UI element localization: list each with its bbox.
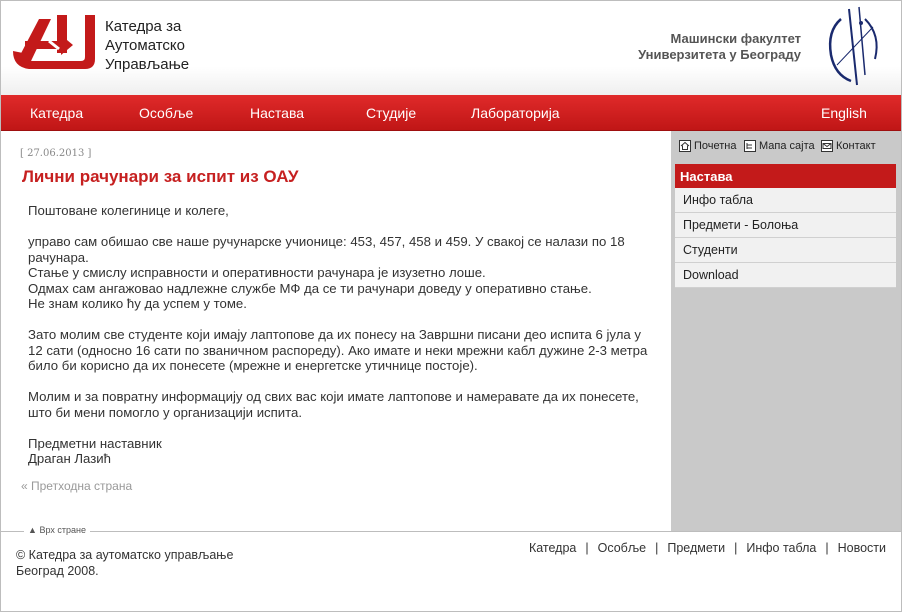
nav-item-nastava[interactable]: Настава — [250, 105, 304, 121]
section-menu-item-studenti[interactable]: Студенти — [675, 238, 896, 263]
language-switch-english[interactable]: English — [821, 105, 867, 121]
nav-item-laboratorija[interactable]: Лабораторија — [471, 105, 560, 121]
footer-separator: | — [825, 541, 829, 555]
copyright-line2: Београд 2008. — [16, 564, 99, 578]
footer-separator: | — [585, 541, 589, 555]
section-menu-item-download[interactable]: Download — [675, 263, 896, 288]
article-paragraph-greeting: Поштоване колегинице и колеге, — [28, 203, 229, 218]
article-area: [ 27.06.2013 ] Лични рачунари за испит и… — [1, 131, 671, 531]
site-header: Катедра за Аутоматско Управљање Машински… — [1, 1, 901, 95]
nav-item-osoblje[interactable]: Особље — [139, 105, 193, 121]
footer-separator: | — [734, 541, 738, 555]
nav-item-studije[interactable]: Студије — [366, 105, 416, 121]
faculty-name-line2: Универзитета у Београду — [638, 47, 801, 62]
footer-link-osoblje[interactable]: Особље — [598, 541, 647, 555]
faculty-name: Машински факултет Универзитета у Београд… — [638, 31, 801, 63]
back-to-top-link[interactable]: ▲ Врх стране — [24, 525, 90, 535]
footer-link-info-tabla[interactable]: Инфо табла — [746, 541, 816, 555]
article-title: Лични рачунари за испит из ОАУ — [22, 167, 299, 186]
article-date: [ 27.06.2013 ] — [20, 148, 92, 159]
util-link-contact[interactable]: Контакт — [821, 139, 876, 153]
footer-link-novosti[interactable]: Новости — [838, 541, 886, 555]
article-paragraph-2: Зато молим све студенте који имају лапто… — [28, 327, 648, 373]
section-menu: Настава Инфо табла Предмети - Болоња Сту… — [675, 164, 896, 288]
article-paragraph-3: Молим и за повратну информацију од свих … — [28, 389, 639, 420]
copyright: © Катедра за аутоматско управљање Београ… — [16, 547, 233, 579]
util-link-home-label: Почетна — [694, 140, 737, 152]
article-body: Поштоване колегинице и колеге, управо са… — [28, 203, 648, 482]
arrow-up-icon: ▲ — [28, 525, 37, 535]
footer-divider — [1, 531, 901, 532]
back-to-top-label: Врх стране — [39, 525, 86, 535]
envelope-icon — [821, 140, 833, 152]
home-icon — [679, 140, 691, 152]
util-link-contact-label: Контакт — [836, 140, 876, 152]
footer-separator: | — [655, 541, 659, 555]
section-menu-item-info-tabla[interactable]: Инфо табла — [675, 188, 896, 213]
section-menu-item-predmeti[interactable]: Предмети - Болоња — [675, 213, 896, 238]
university-logo-icon[interactable] — [821, 5, 887, 89]
sitemap-icon — [744, 140, 756, 152]
footer-link-predmeti[interactable]: Предмети — [667, 541, 725, 555]
footer-links: Катедра | Особље | Предмети | Инфо табла… — [529, 541, 886, 555]
util-link-sitemap-label: Мапа сајта — [759, 140, 815, 152]
section-menu-title: Настава — [675, 164, 896, 188]
department-name-line3: Управљање — [105, 56, 190, 73]
footer-link-katedra[interactable]: Катедра — [529, 541, 576, 555]
department-logo-icon[interactable] — [11, 11, 99, 75]
nav-item-katedra[interactable]: Катедра — [30, 105, 83, 121]
previous-page-link[interactable]: « Претходна страна — [21, 479, 132, 493]
sidebar: Почетна Мапа сајта Контакт Настава Инфо … — [671, 131, 901, 531]
util-link-sitemap[interactable]: Мапа сајта — [744, 139, 815, 153]
department-name-line2: Аутоматско — [105, 37, 185, 54]
faculty-name-line1: Машински факултет — [670, 31, 801, 46]
department-name-line1: Катедра за — [105, 18, 182, 35]
util-link-home[interactable]: Почетна — [679, 139, 737, 153]
department-name: Катедра за Аутоматско Управљање — [105, 17, 189, 74]
copyright-line1: © Катедра за аутоматско управљање — [16, 548, 234, 562]
article-paragraph-1: управо сам обишао све наше ручунарске уч… — [28, 234, 625, 311]
article-signature: Предметни наставник Драган Лазић — [28, 435, 162, 467]
main-nav: Катедра Особље Настава Студије Лаборатор… — [1, 95, 901, 131]
